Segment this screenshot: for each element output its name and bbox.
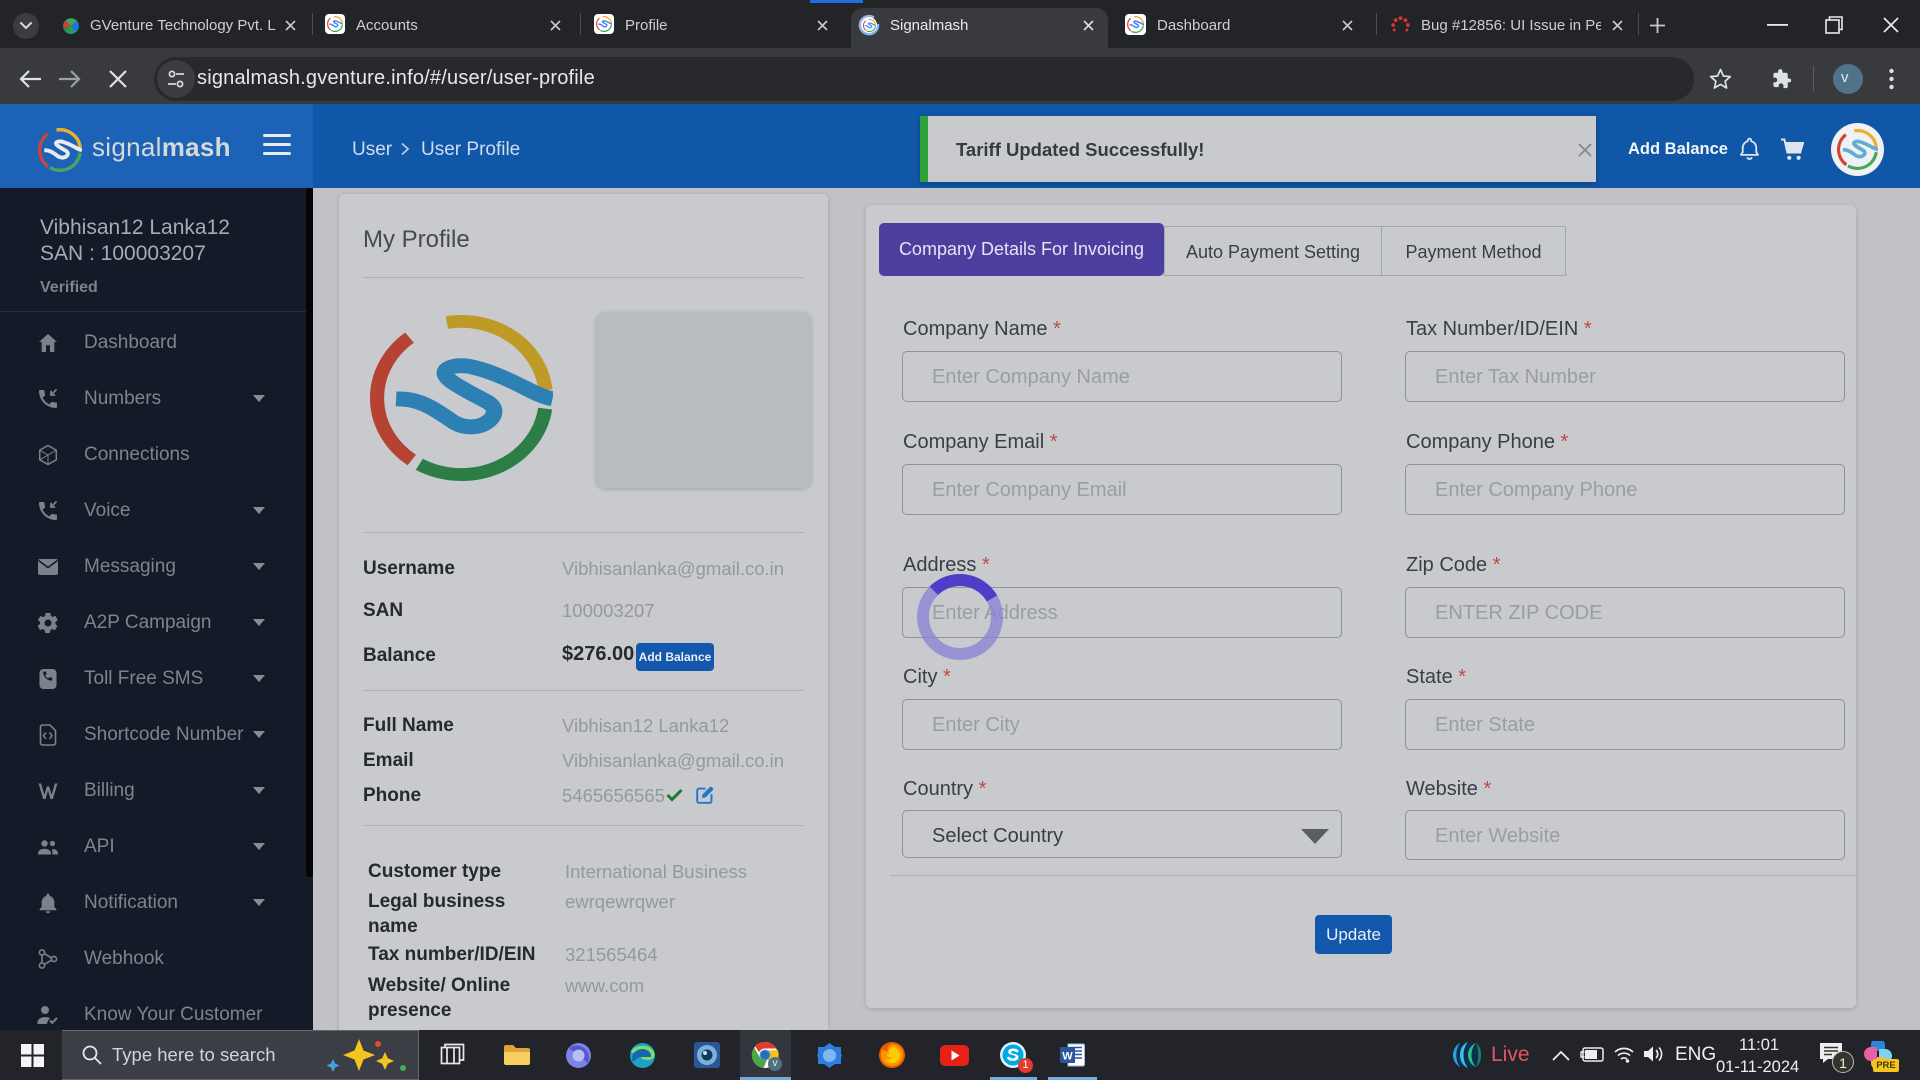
svg-text:W: W bbox=[1062, 1051, 1073, 1063]
